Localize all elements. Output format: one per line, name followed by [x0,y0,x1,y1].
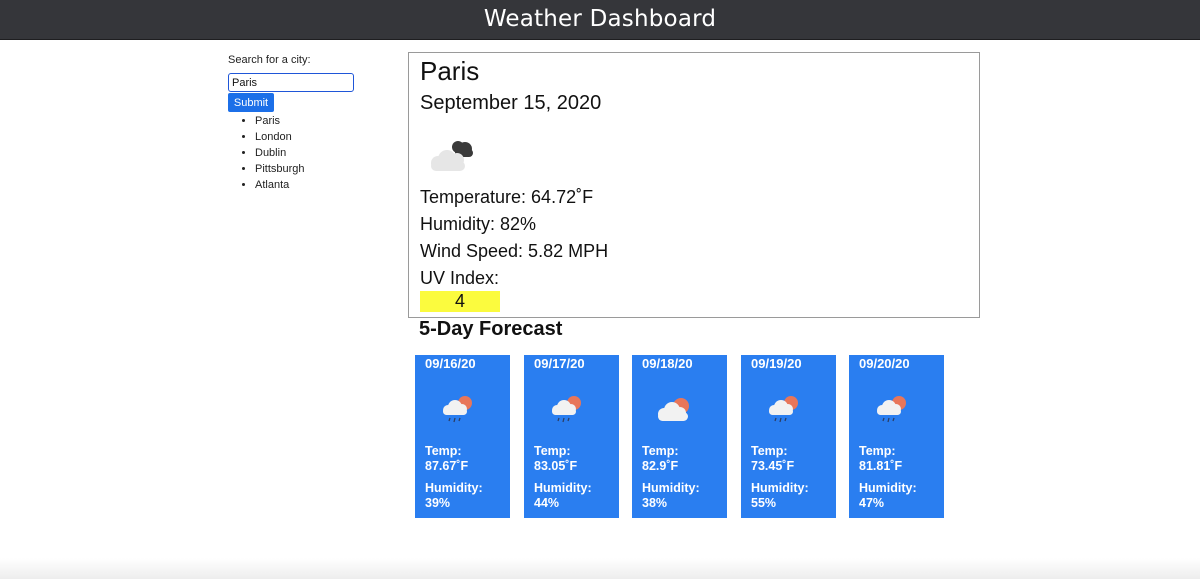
cloudy-icon [431,141,473,171]
search-history-list: Paris London Dublin Pittsburgh Atlanta [228,113,305,193]
forecast-temp: 81.81˚F [859,459,903,473]
forecast-card: 09/16/20 Temp: 87.67˚F Humidity: 39% [415,355,510,518]
app-header: Weather Dashboard [0,0,1200,40]
forecast-date: 09/18/20 [642,356,693,371]
forecast-date: 09/17/20 [534,356,585,371]
history-item-dublin[interactable]: Dublin [255,145,305,161]
forecast-humidity-label: Humidity: [534,481,592,495]
current-city-name: Paris [420,56,480,86]
forecast-card: 09/18/20 Temp: 82.9˚F Humidity: 38% [632,355,727,518]
current-wind-speed: Wind Speed: 5.82 MPH [420,241,609,261]
history-item-paris[interactable]: Paris [255,113,305,129]
forecast-card: 09/17/20 Temp: 83.05˚F Humidity: 44% [524,355,619,518]
forecast-temp-label: Temp: [859,444,896,458]
forecast-humidity: 38% [642,496,668,510]
forecast-temp-label: Temp: [642,444,679,458]
rain-sun-icon [443,396,472,423]
current-weather-card: Paris September 15, 2020 Temperature: 64… [408,52,980,318]
forecast-humidity-label: Humidity: [751,481,809,495]
page-title: Weather Dashboard [483,6,717,32]
history-item-london[interactable]: London [255,129,305,145]
forecast-humidity: 44% [534,496,560,510]
forecast-card: 09/19/20 Temp: 73.45˚F Humidity: 55% [741,355,836,518]
forecast-humidity: 47% [859,496,885,510]
submit-button[interactable]: Submit [228,93,274,112]
rain-sun-icon [769,396,798,423]
forecast-temp: 83.05˚F [534,459,578,473]
forecast-temp: 73.45˚F [751,459,795,473]
city-search-input[interactable] [228,73,354,92]
forecast-humidity: 55% [751,496,777,510]
forecast-date: 09/16/20 [425,356,476,371]
forecast-row: 09/16/20 Temp: 87.67˚F Humidity: 39% 09/… [415,355,955,518]
rain-sun-icon [877,396,906,423]
current-humidity: Humidity: 82% [420,214,537,234]
uv-index-label: UV Index: [420,268,500,288]
history-item-pittsburgh[interactable]: Pittsburgh [255,161,305,177]
forecast-temp-label: Temp: [425,444,462,458]
forecast-date: 09/20/20 [859,356,910,371]
forecast-humidity-label: Humidity: [425,481,483,495]
forecast-card: 09/20/20 Temp: 81.81˚F Humidity: 47% [849,355,944,518]
current-date: September 15, 2020 [420,92,602,114]
partly-cloudy-icon [658,398,689,421]
forecast-date: 09/19/20 [751,356,802,371]
forecast-temp-label: Temp: [534,444,571,458]
forecast-temp: 87.67˚F [425,459,469,473]
page-bottom-shade [0,558,1200,579]
current-temperature: Temperature: 64.72˚F [420,187,594,207]
forecast-humidity: 39% [425,496,451,510]
uv-index-badge: 4 [420,291,500,312]
forecast-title: 5-Day Forecast [419,318,563,340]
forecast-humidity-label: Humidity: [859,481,917,495]
rain-sun-icon [552,396,581,423]
search-label: Search for a city: [228,54,311,66]
forecast-temp-label: Temp: [751,444,788,458]
forecast-temp: 82.9˚F [642,459,679,473]
history-item-atlanta[interactable]: Atlanta [255,177,305,193]
forecast-humidity-label: Humidity: [642,481,700,495]
